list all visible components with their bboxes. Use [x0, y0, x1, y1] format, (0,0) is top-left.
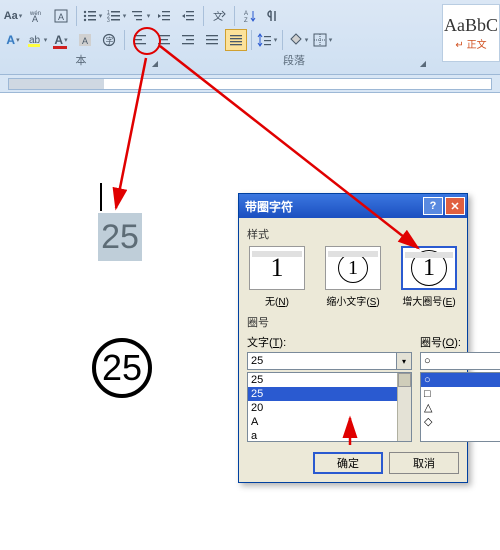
bullets-button[interactable]: ▾: [81, 5, 103, 27]
horizontal-ruler[interactable]: [8, 78, 492, 90]
shading-button[interactable]: ▾: [287, 29, 309, 51]
selected-text-25[interactable]: 25: [98, 213, 142, 261]
svg-text:字: 字: [106, 36, 114, 46]
borders-button[interactable]: ▾: [311, 29, 333, 51]
separator: [76, 6, 77, 26]
change-case-button[interactable]: Aa▾: [2, 5, 24, 27]
text-listbox[interactable]: 25 25 20 A a: [247, 372, 412, 442]
align-distribute-button[interactable]: [225, 29, 247, 51]
text-combo[interactable]: ▾: [247, 352, 412, 370]
phonetic-guide-button[interactable]: wénA: [26, 5, 48, 27]
separator: [203, 6, 204, 26]
style-preview-text: AaBbC: [444, 15, 498, 36]
align-right-button[interactable]: [177, 29, 199, 51]
document-area[interactable]: 25 25 带圈字符 ? ✕ 样式 1 无(N) 1 缩小文字(S) 1: [0, 93, 500, 550]
svg-text:3: 3: [107, 18, 110, 24]
dialog-body: 样式 1 无(N) 1 缩小文字(S) 1 增大圈号(E) 圈号 文字(T):: [239, 218, 467, 482]
highlight-button[interactable]: ab▾: [26, 29, 48, 51]
list-item[interactable]: ○: [421, 373, 500, 387]
paragraph-dialog-launcher[interactable]: ◢: [420, 59, 426, 68]
font-dialog-launcher[interactable]: ◢: [152, 59, 158, 68]
style-normal-preview[interactable]: AaBbC ↵ 正文: [442, 4, 500, 62]
text-label: 文字(T):: [247, 334, 412, 350]
character-border-button[interactable]: A: [50, 5, 72, 27]
decrease-indent-button[interactable]: [153, 5, 175, 27]
dialog-title: 带圈字符: [245, 198, 293, 215]
ring-listbox[interactable]: ○ □ △ ◇: [420, 372, 500, 442]
ribbon-row-2: A▾ ab▾ A ▾ A 字 ▾ ▾ ▾: [2, 28, 498, 52]
svg-text:文: 文: [213, 10, 223, 23]
svg-text:A: A: [82, 36, 88, 46]
svg-text:A: A: [244, 11, 248, 17]
separator: [234, 6, 235, 26]
numbering-button[interactable]: 123▾: [105, 5, 127, 27]
style-option-enlarge[interactable]: 1 增大圈号(E): [399, 246, 459, 308]
list-item[interactable]: 25: [248, 373, 411, 387]
align-center-button[interactable]: [153, 29, 175, 51]
dialog-close-button[interactable]: ✕: [445, 197, 465, 215]
list-item[interactable]: □: [421, 387, 500, 401]
ribbon-group-labels: 本◢ 段落◢: [2, 52, 498, 70]
ruler-area: [0, 75, 500, 93]
style-options-row: 1 无(N) 1 缩小文字(S) 1 增大圈号(E): [247, 246, 459, 308]
text-combo-dropdown[interactable]: ▾: [396, 352, 412, 370]
text-caret: [100, 183, 102, 211]
character-shading-button[interactable]: A: [74, 29, 96, 51]
align-justify-button[interactable]: [201, 29, 223, 51]
text-effects-button[interactable]: A▾: [2, 29, 24, 51]
text-column: 文字(T): ▾ 25 25 20 A a: [247, 334, 412, 442]
separator: [282, 30, 283, 50]
style-preview-label: ↵ 正文: [455, 36, 486, 51]
ribbon-row-1: Aa▾ wénA A ▾ 123▾ ▾ 文 AZ: [2, 4, 498, 28]
list-item[interactable]: ◇: [421, 415, 500, 429]
list-item[interactable]: 25: [248, 387, 411, 401]
ring-combo[interactable]: ▾: [420, 352, 500, 370]
enclose-characters-dialog: 带圈字符 ? ✕ 样式 1 无(N) 1 缩小文字(S) 1 增大圈号(E): [238, 193, 468, 483]
paragraph-group-label: 段落◢: [160, 52, 428, 70]
dialog-help-button[interactable]: ?: [423, 197, 443, 215]
sort-button[interactable]: AZ: [239, 5, 261, 27]
text-input[interactable]: [247, 352, 396, 370]
separator: [124, 30, 125, 50]
style-section-label: 样式: [247, 226, 459, 242]
increase-indent-button[interactable]: [177, 5, 199, 27]
ring-input[interactable]: [420, 352, 500, 370]
list-item[interactable]: A: [248, 415, 411, 429]
ribbon: Aa▾ wénA A ▾ 123▾ ▾ 文 AZ: [0, 0, 500, 75]
style-option-shrink[interactable]: 1 缩小文字(S): [323, 246, 383, 308]
font-color-button[interactable]: A ▾: [50, 29, 72, 51]
list-item[interactable]: 20: [248, 401, 411, 415]
ring-section-label: 圈号: [247, 314, 459, 330]
text-direction-button[interactable]: 文: [208, 5, 230, 27]
align-left-button[interactable]: [129, 29, 151, 51]
dialog-titlebar[interactable]: 带圈字符 ? ✕: [239, 194, 467, 218]
show-hide-marks-button[interactable]: [263, 5, 285, 27]
enclosed-character-25: 25: [92, 338, 152, 398]
svg-text:Z: Z: [244, 18, 248, 24]
list-item[interactable]: △: [421, 401, 500, 415]
cancel-button[interactable]: 取消: [389, 452, 459, 474]
list-item[interactable]: a: [248, 429, 411, 442]
separator: [251, 30, 252, 50]
text-list-scrollbar[interactable]: [397, 373, 411, 441]
line-spacing-button[interactable]: ▾: [256, 29, 278, 51]
ring-column: 圈号(O): ▾ ○ □ △ ◇: [420, 334, 500, 442]
ring-label: 圈号(O):: [420, 334, 500, 350]
style-option-none[interactable]: 1 无(N): [247, 246, 307, 308]
multilevel-list-button[interactable]: ▾: [129, 5, 151, 27]
ok-button[interactable]: 确定: [313, 452, 383, 474]
enclose-characters-button[interactable]: 字: [98, 29, 120, 51]
svg-text:A: A: [58, 12, 64, 22]
font-group-label: 本◢: [2, 52, 160, 70]
dialog-button-row: 确定 取消: [247, 452, 459, 474]
svg-text:A: A: [32, 14, 38, 24]
